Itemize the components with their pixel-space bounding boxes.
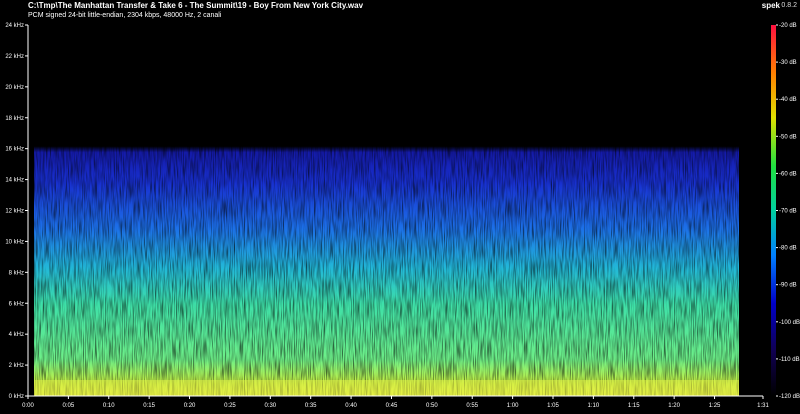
colorbar-tick-label: -60 dB — [779, 171, 797, 177]
colorbar-tick-label: -90 dB — [779, 283, 797, 289]
x-tick-label: 0:25 — [224, 403, 236, 409]
x-tick-label: 0:35 — [305, 403, 317, 409]
y-tick-label: 18 kHz — [5, 116, 24, 122]
spectrogram-chart: 0 kHz 2 kHz 4 kHz 6 kHz 8 kHz 10 kHz 12 kHz 14 … — [5, 23, 800, 409]
x-tick-label: 0:45 — [386, 403, 398, 409]
colorbar-tick-label: -110 dB — [779, 357, 800, 363]
x-tick-label: 1:05 — [547, 403, 559, 409]
x-tick-label: 0:30 — [264, 403, 276, 409]
y-tick-label: 4 kHz — [9, 332, 24, 338]
y-tick-label: 8 kHz — [9, 270, 24, 276]
x-tick-label: 1:15 — [628, 403, 640, 409]
y-tick-label: 0 kHz — [9, 394, 24, 400]
colorbar-tick-label: -40 dB — [779, 97, 797, 103]
y-tick-label: 16 kHz — [5, 147, 24, 153]
x-tick-label: 0:00 — [22, 403, 34, 409]
x-tick-label: 0:50 — [426, 403, 438, 409]
colorbar-tick-label: -50 dB — [779, 134, 797, 140]
colorbar-tick-label: -120 dB — [779, 394, 800, 400]
colorbar-tick-label: -20 dB — [779, 23, 797, 29]
x-tick-label: 0:05 — [63, 403, 75, 409]
x-tick-label: 1:00 — [507, 403, 519, 409]
y-tick-label: 2 kHz — [9, 363, 24, 369]
y-tick-label: 12 kHz — [5, 209, 24, 215]
colorbar — [771, 25, 776, 396]
x-tick-label: 0:40 — [345, 403, 357, 409]
y-tick-label: 24 kHz — [5, 23, 24, 29]
x-tick-label: 1:10 — [588, 403, 600, 409]
spectrogram-texture — [34, 91, 739, 397]
y-tick-label: 10 kHz — [5, 239, 24, 245]
colorbar-tick-label: -70 dB — [779, 209, 797, 215]
x-tick-label: 0:20 — [184, 403, 196, 409]
x-tick-label: 0:15 — [143, 403, 155, 409]
x-tick-label: 1:31 — [757, 403, 769, 409]
y-tick-label: 14 kHz — [5, 178, 24, 184]
x-tick-label: 1:20 — [668, 403, 680, 409]
x-tick-label: 0:55 — [466, 403, 478, 409]
colorbar-tick-label: -30 dB — [779, 60, 797, 66]
colorbar-tick-label: -100 dB — [779, 320, 800, 326]
x-tick-label: 0:10 — [103, 403, 115, 409]
y-tick-label: 22 kHz — [5, 54, 24, 60]
y-tick-label: 6 kHz — [9, 301, 24, 307]
y-tick-label: 20 kHz — [5, 85, 24, 91]
low-frequency-band — [34, 380, 739, 396]
x-tick-label: 1:25 — [709, 403, 721, 409]
colorbar-tick-label: -80 dB — [779, 246, 797, 252]
